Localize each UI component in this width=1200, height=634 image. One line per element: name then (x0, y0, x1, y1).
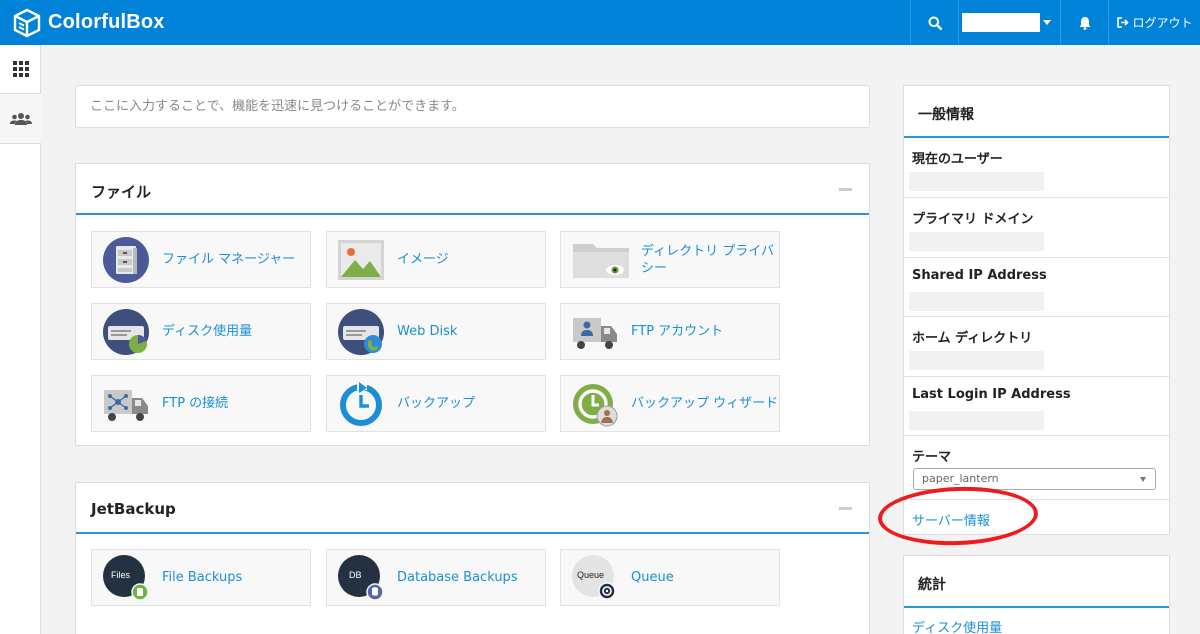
server-info-link[interactable]: サーバー情報 (912, 510, 990, 529)
badge-text: DB (349, 569, 362, 580)
tile-images[interactable]: イメージ (326, 231, 546, 288)
feature-search-input[interactable] (75, 85, 870, 128)
info-label: Shared IP Address (912, 268, 1047, 283)
info-value-redacted (909, 292, 1044, 311)
tile-label: バックアップ (397, 396, 476, 411)
logout-button[interactable]: ログアウト (1110, 0, 1200, 45)
tile-label: バックアップ ウィザード (631, 396, 779, 411)
tile-web-disk[interactable]: Web Disk (326, 303, 546, 360)
info-label: ホーム ディレクトリ (912, 331, 1033, 346)
backup-wizard-icon (571, 380, 619, 428)
info-label: Last Login IP Address (912, 387, 1071, 402)
ftp-accounts-icon (571, 308, 619, 356)
top-bar: ColorfulBox ログアウト (0, 0, 1200, 45)
tile-label: Web Disk (397, 324, 458, 339)
tile-label: File Backups (162, 570, 243, 585)
tile-label: FTP アカウント (631, 324, 724, 339)
tile-disk-usage[interactable]: ディスク使用量 (91, 303, 311, 360)
collapse-icon[interactable] (839, 507, 852, 510)
chevron-down-icon (1140, 477, 1146, 482)
stats-disk-usage-link[interactable]: ディスク使用量 (912, 617, 1002, 634)
info-row-home-directory: ホーム ディレクトリ (904, 317, 1169, 377)
bell-icon (1079, 16, 1090, 30)
disk-usage-icon (102, 308, 150, 356)
notifications-button[interactable] (1062, 0, 1107, 45)
tile-queue[interactable]: Queue Queue (560, 549, 780, 606)
file-backups-icon: Files (102, 554, 150, 602)
tile-backup-wizard[interactable]: バックアップ ウィザード (560, 375, 780, 432)
database-backups-icon: DB (337, 554, 385, 602)
info-label: テーマ (912, 450, 952, 465)
divider (910, 0, 911, 45)
image-icon (337, 236, 385, 284)
info-value-redacted (909, 172, 1044, 191)
files-panel-header: ファイル (76, 164, 869, 215)
logout-icon (1117, 17, 1130, 28)
tile-database-backups[interactable]: DB Database Backups (326, 549, 546, 606)
info-value-redacted (909, 232, 1044, 251)
directory-privacy-icon (571, 236, 631, 284)
web-disk-icon (337, 308, 385, 356)
tile-file-manager[interactable]: ファイル マネージャー (91, 231, 311, 288)
tile-label: ファイル マネージャー (162, 252, 296, 267)
chevron-down-icon[interactable] (1043, 20, 1051, 25)
info-row-current-user: 現在のユーザー (904, 138, 1169, 198)
rail-tools-button[interactable] (0, 45, 41, 93)
info-row-server-info: サーバー情報 (904, 500, 1169, 536)
info-value-redacted (909, 351, 1044, 370)
divider (1108, 0, 1109, 45)
jetbackup-panel: JetBackup Files File Backups DB Database… (75, 482, 870, 634)
search-icon (928, 16, 942, 30)
divider (958, 0, 959, 45)
files-panel: ファイル ファイル マネージャー イメージ ディレクトリ プライバシー ディスク… (75, 163, 870, 446)
tile-backup[interactable]: バックアップ (326, 375, 546, 432)
info-value-redacted (909, 411, 1044, 430)
tile-directory-privacy[interactable]: ディレクトリ プライバシー (560, 231, 780, 288)
files-panel-title: ファイル (91, 183, 152, 201)
tile-ftp-connections[interactable]: FTP の接続 (91, 375, 311, 432)
stats-title: 統計 (918, 577, 946, 593)
tile-ftp-accounts[interactable]: FTP アカウント (560, 303, 780, 360)
grid-icon (12, 61, 29, 77)
brand-name: ColorfulBox (48, 11, 165, 33)
rail-users-button[interactable] (0, 93, 41, 144)
user-menu[interactable] (962, 13, 1040, 32)
backup-icon (337, 380, 385, 428)
general-info-panel: 一般情報 現在のユーザー プライマリ ドメイン Shared IP Addres… (903, 85, 1170, 535)
tile-label: ディスク使用量 (162, 324, 253, 339)
logout-label: ログアウト (1132, 16, 1193, 30)
jetbackup-panel-title: JetBackup (91, 500, 176, 518)
tile-file-backups[interactable]: Files File Backups (91, 549, 311, 606)
badge-text: Queue (577, 569, 605, 580)
stats-header: 統計 (904, 556, 1169, 608)
general-info-header: 一般情報 (904, 86, 1169, 138)
jetbackup-panel-header: JetBackup (76, 483, 869, 534)
tile-label: Queue (631, 570, 674, 585)
info-row-last-login-ip: Last Login IP Address (904, 377, 1169, 436)
stats-panel: 統計 ディスク使用量 (903, 555, 1170, 634)
info-label: プライマリ ドメイン (912, 212, 1034, 227)
tile-label: Database Backups (397, 570, 518, 585)
info-row-shared-ip: Shared IP Address (904, 258, 1169, 317)
badge-text: Files (111, 569, 131, 580)
general-info-title: 一般情報 (918, 107, 974, 123)
queue-icon: Queue (571, 554, 619, 602)
brand-logo[interactable]: ColorfulBox (12, 6, 165, 39)
tile-label: イメージ (397, 252, 449, 267)
file-manager-icon (102, 236, 150, 284)
tile-label: FTP の接続 (162, 396, 229, 411)
theme-select-value: paper_lantern (922, 472, 999, 485)
info-label: 現在のユーザー (912, 152, 1003, 167)
info-row-theme: テーマ paper_lantern (904, 436, 1169, 500)
ftp-connections-icon (102, 380, 150, 428)
tile-label: ディレクトリ プライバシー (641, 243, 774, 276)
left-rail (0, 45, 41, 634)
cube-logo-icon (13, 8, 41, 37)
info-row-primary-domain: プライマリ ドメイン (904, 198, 1169, 258)
search-button[interactable] (912, 0, 958, 45)
divider (1060, 0, 1061, 45)
theme-select[interactable]: paper_lantern (913, 468, 1156, 490)
users-icon (9, 112, 32, 125)
collapse-icon[interactable] (839, 188, 852, 191)
